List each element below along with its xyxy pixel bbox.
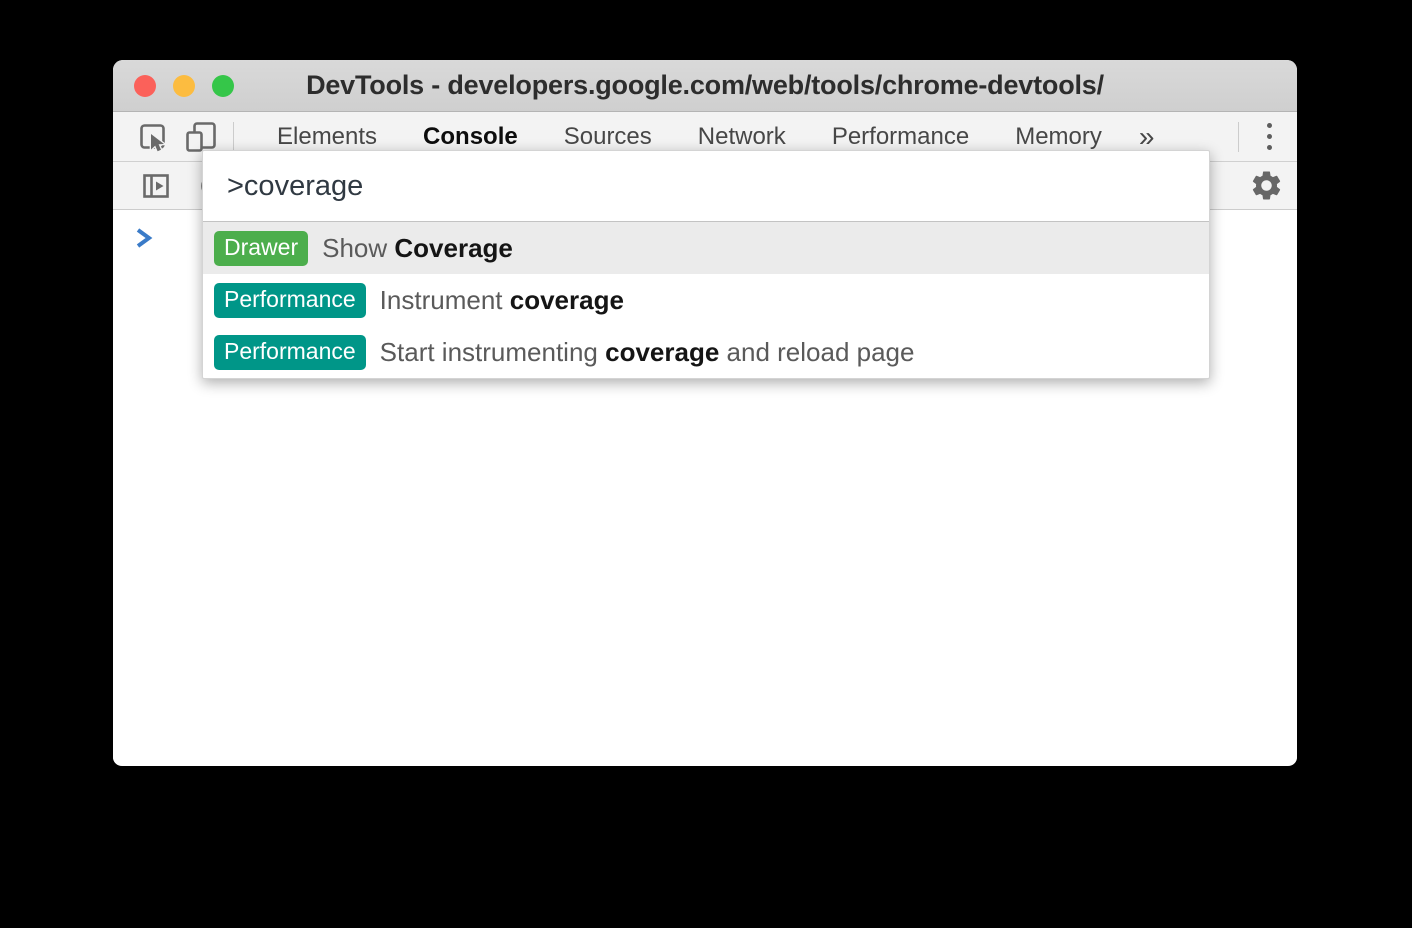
- console-sidebar-icon[interactable]: [140, 170, 172, 202]
- device-toolbar-icon[interactable]: [184, 120, 218, 154]
- devtools-window: DevTools - developers.google.com/web/too…: [113, 60, 1297, 766]
- result-start-instrumenting-coverage[interactable]: Performance Start instrumenting coverage…: [203, 326, 1209, 378]
- console-prompt-icon: [134, 226, 154, 250]
- main-menu-kebab-icon[interactable]: [1267, 123, 1272, 150]
- inspect-element-icon[interactable]: [137, 121, 169, 153]
- result-label: Start instrumenting coverage and reload …: [379, 336, 915, 367]
- result-show-coverage[interactable]: Drawer Show Coverage: [203, 222, 1209, 274]
- category-badge-drawer: Drawer: [214, 230, 309, 266]
- zoom-window-button[interactable]: [212, 74, 234, 97]
- desktop-background: { "window": { "title": "DevTools - devel…: [0, 0, 1412, 928]
- window-title: DevTools - developers.google.com/web/too…: [306, 70, 1104, 100]
- category-badge-performance: Performance: [214, 334, 366, 370]
- command-menu-results: Drawer Show Coverage Performance Instrum…: [203, 222, 1209, 378]
- tabbar-right-controls: [1238, 112, 1297, 161]
- toolbar-divider: [1238, 121, 1239, 152]
- result-label: Show Coverage: [322, 232, 513, 263]
- minimize-window-button[interactable]: [173, 74, 195, 97]
- category-badge-performance: Performance: [214, 282, 366, 318]
- command-menu-input[interactable]: >coverage: [203, 151, 1209, 222]
- result-label: Instrument coverage: [379, 284, 624, 315]
- settings-gear-icon[interactable]: [1249, 168, 1284, 203]
- toolbar-divider: [233, 121, 234, 152]
- titlebar[interactable]: DevTools - developers.google.com/web/too…: [113, 60, 1297, 112]
- result-instrument-coverage[interactable]: Performance Instrument coverage: [203, 274, 1209, 326]
- close-window-button[interactable]: [134, 74, 156, 97]
- command-menu-popup: >coverage Drawer Show Coverage Performan…: [202, 150, 1210, 379]
- window-controls: [134, 60, 234, 111]
